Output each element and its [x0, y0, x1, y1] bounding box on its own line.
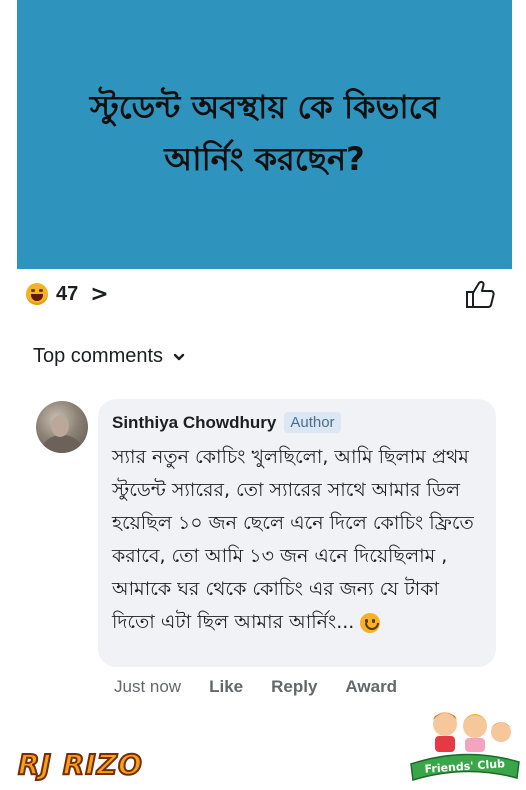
- reaction-count[interactable]: 47: [56, 283, 78, 306]
- author-badge: Author: [284, 412, 341, 433]
- friends-club-logo: Friends' Club: [410, 712, 520, 781]
- reactions-bar: 47 >: [26, 276, 496, 312]
- watermark-logo-left: RJ RIZO: [17, 747, 143, 782]
- top-comments-filter[interactable]: Top comments: [33, 345, 185, 368]
- comment-timestamp: Just now: [114, 677, 182, 696]
- reply-button[interactable]: Reply: [271, 677, 317, 697]
- like-thumb-icon[interactable]: [464, 279, 496, 309]
- chevron-right-icon[interactable]: >: [90, 282, 108, 307]
- post-image-banner[interactable]: স্টুডেন্ট অবস্থায় কে কিভাবে আর্নিং করছে…: [17, 0, 512, 269]
- avatar[interactable]: [36, 401, 88, 453]
- comment-header: Sinthiya Chowdhury Author: [112, 412, 341, 433]
- upside-down-smile-icon: [360, 612, 381, 633]
- comment-bubble: Sinthiya Chowdhury Author স্যার নতুন কোচ…: [98, 399, 496, 667]
- comment-text: স্যার নতুন কোচিং খুলছিলো, আমি ছিলাম প্রথ…: [112, 441, 487, 639]
- chevron-down-icon: [173, 353, 185, 360]
- author-name[interactable]: Sinthiya Chowdhury: [112, 413, 276, 433]
- haha-face-icon[interactable]: [26, 283, 48, 305]
- comment-body: স্যার নতুন কোচিং খুলছিলো, আমি ছিলাম প্রথ…: [112, 446, 474, 633]
- like-button[interactable]: Like: [209, 677, 243, 697]
- post-title: স্টুডেন্ট অবস্থায় কে কিভাবে আর্নিং করছে…: [89, 87, 440, 178]
- comment-actions: Just now Like Reply Award: [114, 677, 425, 697]
- award-button[interactable]: Award: [345, 677, 397, 697]
- top-comments-label: Top comments: [33, 345, 164, 367]
